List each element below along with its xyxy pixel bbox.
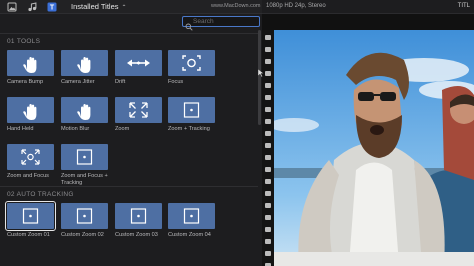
film-sprocket <box>265 107 271 112</box>
tracking-target-icon <box>130 208 147 224</box>
section-divider <box>0 33 258 34</box>
tile-hand-held[interactable] <box>7 97 54 123</box>
search-field[interactable] <box>182 16 260 31</box>
viewer-panel: 1080p HD 24p, Stereo TITL <box>262 0 474 266</box>
section-divider <box>0 186 258 187</box>
film-sprocket <box>265 131 271 136</box>
viewer-toolbar: 1080p HD 24p, Stereo TITL <box>262 0 474 14</box>
tile-label: Drift <box>115 79 126 85</box>
tile-zoom-and-focus[interactable] <box>7 144 54 170</box>
film-sprocket <box>265 167 271 172</box>
film-sprocket <box>265 83 271 88</box>
tile-label: Zoom + Tracking <box>168 126 210 132</box>
tile-motion-blur[interactable] <box>61 97 108 123</box>
film-sprocket <box>265 227 271 232</box>
tile-label: Motion Blur <box>61 126 90 132</box>
music-icon[interactable] <box>27 2 37 12</box>
zoom-focus-icon <box>21 149 40 165</box>
film-sprocket <box>265 71 271 76</box>
tracking-target-icon <box>183 102 200 118</box>
browser-panel: T Installed Titles⌃ 01 TOOLS 02 AUTO TRA… <box>0 0 262 266</box>
hand-icon <box>77 57 91 73</box>
film-sprocket <box>265 35 271 40</box>
browser-scrollbar[interactable] <box>258 30 261 125</box>
tile-label: Focus <box>168 79 184 85</box>
search-input[interactable] <box>193 17 257 26</box>
titles-icon[interactable]: T <box>47 2 57 12</box>
tile-label: Zoom and Focus <box>7 173 49 179</box>
tracking-target-icon <box>76 149 93 165</box>
viewer-format: 1080p HD 24p, Stereo <box>266 3 326 9</box>
film-sprocket <box>265 119 271 124</box>
tile-label: Camera Jitter <box>61 79 95 85</box>
film-sprocket <box>265 191 271 196</box>
library-title: Installed Titles <box>71 2 119 11</box>
tracking-target-icon <box>183 208 200 224</box>
film-sprocket <box>265 155 271 160</box>
tile-custom-zoom-04[interactable] <box>168 203 215 229</box>
tile-custom-zoom-01[interactable] <box>5 201 56 231</box>
film-sprocket <box>265 251 271 256</box>
drift-arrows-icon <box>127 59 150 67</box>
chevron-updown-icon: ⌃ <box>121 5 127 11</box>
film-sprocket <box>265 95 271 100</box>
film-sprocket <box>265 143 271 148</box>
film-sprocket <box>265 47 271 52</box>
video-preview[interactable] <box>274 30 474 266</box>
tile-label: Camera Bump <box>7 79 44 85</box>
hand-icon <box>23 57 37 73</box>
search-icon <box>185 18 193 31</box>
focus-icon <box>182 55 201 71</box>
svg-text:T: T <box>50 5 55 12</box>
tile-camera-bump[interactable] <box>7 50 54 76</box>
video-frame-image <box>274 30 474 266</box>
tile-zoom[interactable] <box>115 97 162 123</box>
tile-label: Custom Zoom 02 <box>61 232 104 238</box>
tracking-target-icon <box>22 208 39 224</box>
tile-zoom-and-focus-tracking[interactable] <box>61 144 108 170</box>
film-sprocket <box>265 203 271 208</box>
watermark-text: www.MacDown.com <box>211 3 261 9</box>
hand-icon <box>77 104 91 120</box>
tile-custom-zoom-03[interactable] <box>115 203 162 229</box>
section-header-auto-tracking: 02 AUTO TRACKING <box>7 191 74 198</box>
tile-camera-jitter[interactable] <box>61 50 108 76</box>
library-title-dropdown[interactable]: Installed Titles ⌃ <box>71 2 127 13</box>
film-sprocket <box>265 59 271 64</box>
film-sprocket <box>265 239 271 244</box>
hand-icon <box>23 104 37 120</box>
tile-custom-zoom-02[interactable] <box>61 203 108 229</box>
tile-label: Zoom <box>115 126 130 132</box>
viewer-clip-name: TITL <box>457 3 470 9</box>
tile-drift[interactable] <box>115 50 162 76</box>
tile-zoom-tracking[interactable] <box>168 97 215 123</box>
film-sprocket <box>265 179 271 184</box>
film-sprocket <box>265 215 271 220</box>
tile-label: Hand Held <box>7 126 34 132</box>
tracking-target-icon <box>76 208 93 224</box>
tile-label: Custom Zoom 04 <box>168 232 211 238</box>
tile-label: Zoom and Focus + Tracking <box>61 173 108 186</box>
tile-focus[interactable] <box>168 50 215 76</box>
zoom-icon <box>129 102 148 118</box>
section-header-tools: 01 TOOLS <box>7 38 41 45</box>
mouse-cursor-icon <box>257 64 265 78</box>
tile-label: Custom Zoom 03 <box>115 232 158 238</box>
tile-label: Custom Zoom 01 <box>7 232 50 238</box>
photos-icon[interactable] <box>7 2 17 12</box>
